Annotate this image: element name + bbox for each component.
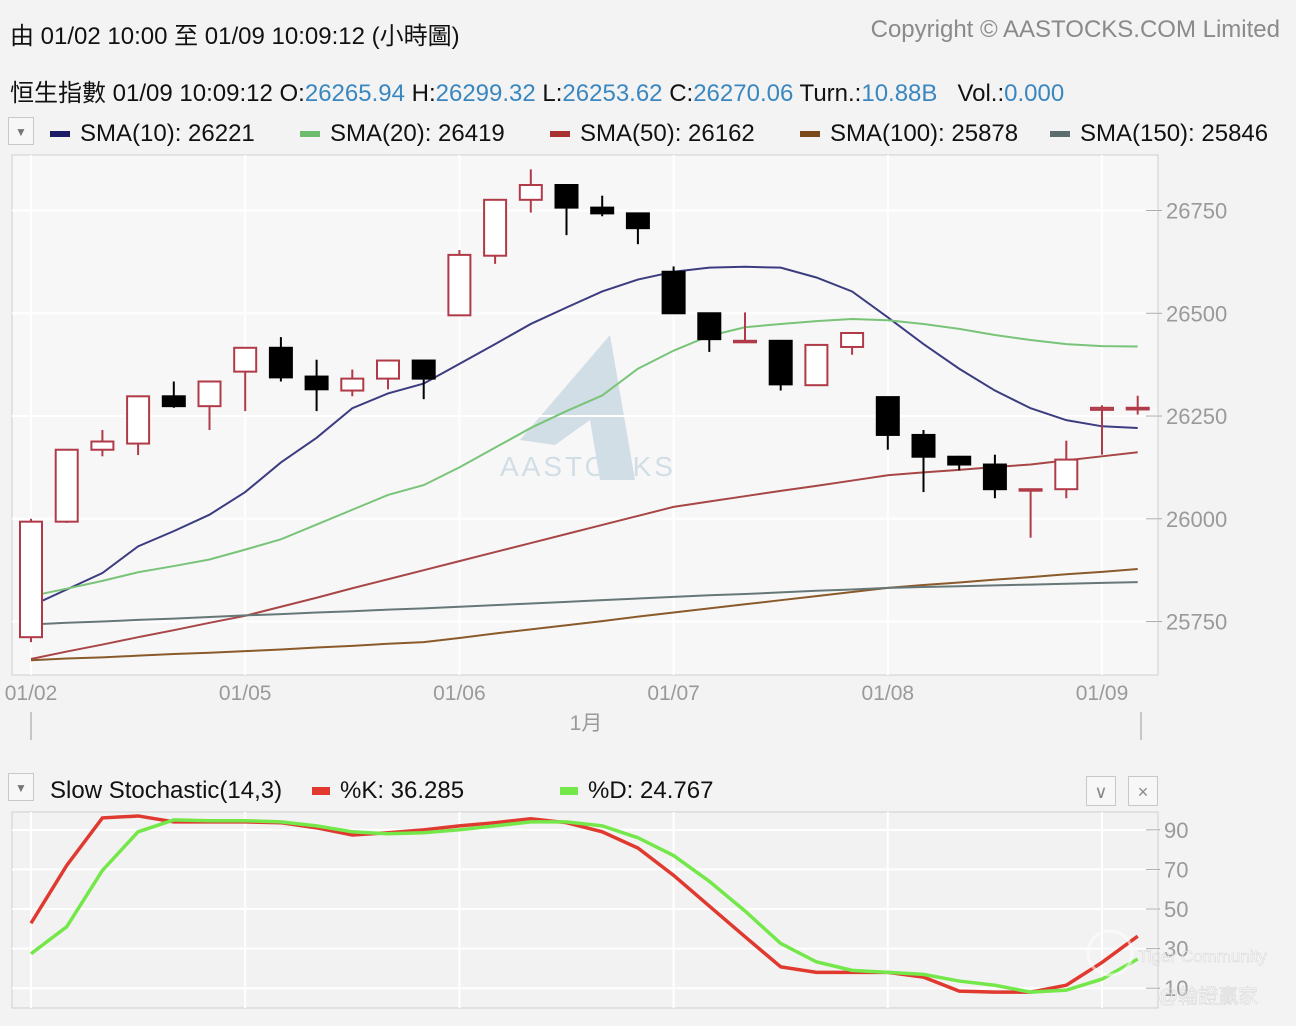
candle-body [875,396,900,436]
candle-body [126,395,151,445]
candle-body [304,375,329,391]
price-tick-label: 26750 [1166,198,1227,223]
candle-body [483,198,508,257]
time-tick-label: 01/02 [5,682,58,705]
candle-body [233,346,258,373]
price-tick-label: 25750 [1166,610,1227,635]
candle-body [197,380,222,408]
price-tick-label: 26250 [1166,404,1227,429]
candle-body [518,184,543,201]
candle-body [19,520,43,639]
candle [483,198,508,264]
stoch-tick-label: 70 [1164,857,1188,882]
candle-body [840,331,865,348]
chart-svg: AASTOCKS 25750 26000 26250 26500 26750 01/02 0… [5,154,1268,1009]
time-tick-label: 01/05 [219,682,272,705]
candle-body [376,359,400,380]
candle-body [1125,406,1150,411]
candle-body [54,448,79,523]
candle-body [661,270,686,315]
svg-text:@輪證贏家: @輪證贏家 [1158,985,1258,1008]
candle-body [1054,458,1079,491]
candle-body [625,212,650,230]
time-tick-label: 01/06 [433,682,486,705]
candle [447,249,472,317]
candle-body [804,343,829,387]
candle-body [447,253,472,317]
candle [54,448,79,523]
candle-body [90,440,115,451]
candle-body [1090,406,1114,411]
candle-body [411,359,436,380]
candle-body [982,463,1007,491]
time-tick-label: 01/07 [647,682,700,705]
candle-body [554,184,579,209]
candle-body [733,339,757,344]
stoch-tick-label: 90 [1164,818,1188,843]
candle-body [768,339,793,386]
candle-body [947,455,972,466]
candle-body [911,433,936,458]
candle-body [697,312,722,341]
candle [804,343,829,387]
stoch-tick-label: 50 [1164,897,1188,922]
svg-text:Tiger Community: Tiger Community [1138,947,1267,966]
candle-body [161,395,186,408]
candle [661,266,686,315]
candle-body [1018,488,1043,492]
price-tick-label: 26500 [1166,301,1227,326]
candle [19,518,43,643]
candle-body [590,206,615,215]
svg-text:AASTOCKS: AASTOCKS [500,451,676,482]
candle-body [340,377,365,392]
month-label: 1月 [570,712,603,735]
price-tick-label: 26000 [1166,507,1227,532]
candle-body [268,346,293,379]
candle [768,339,793,391]
time-tick-label: 01/08 [862,682,915,705]
time-tick-label: 01/09 [1076,682,1129,705]
